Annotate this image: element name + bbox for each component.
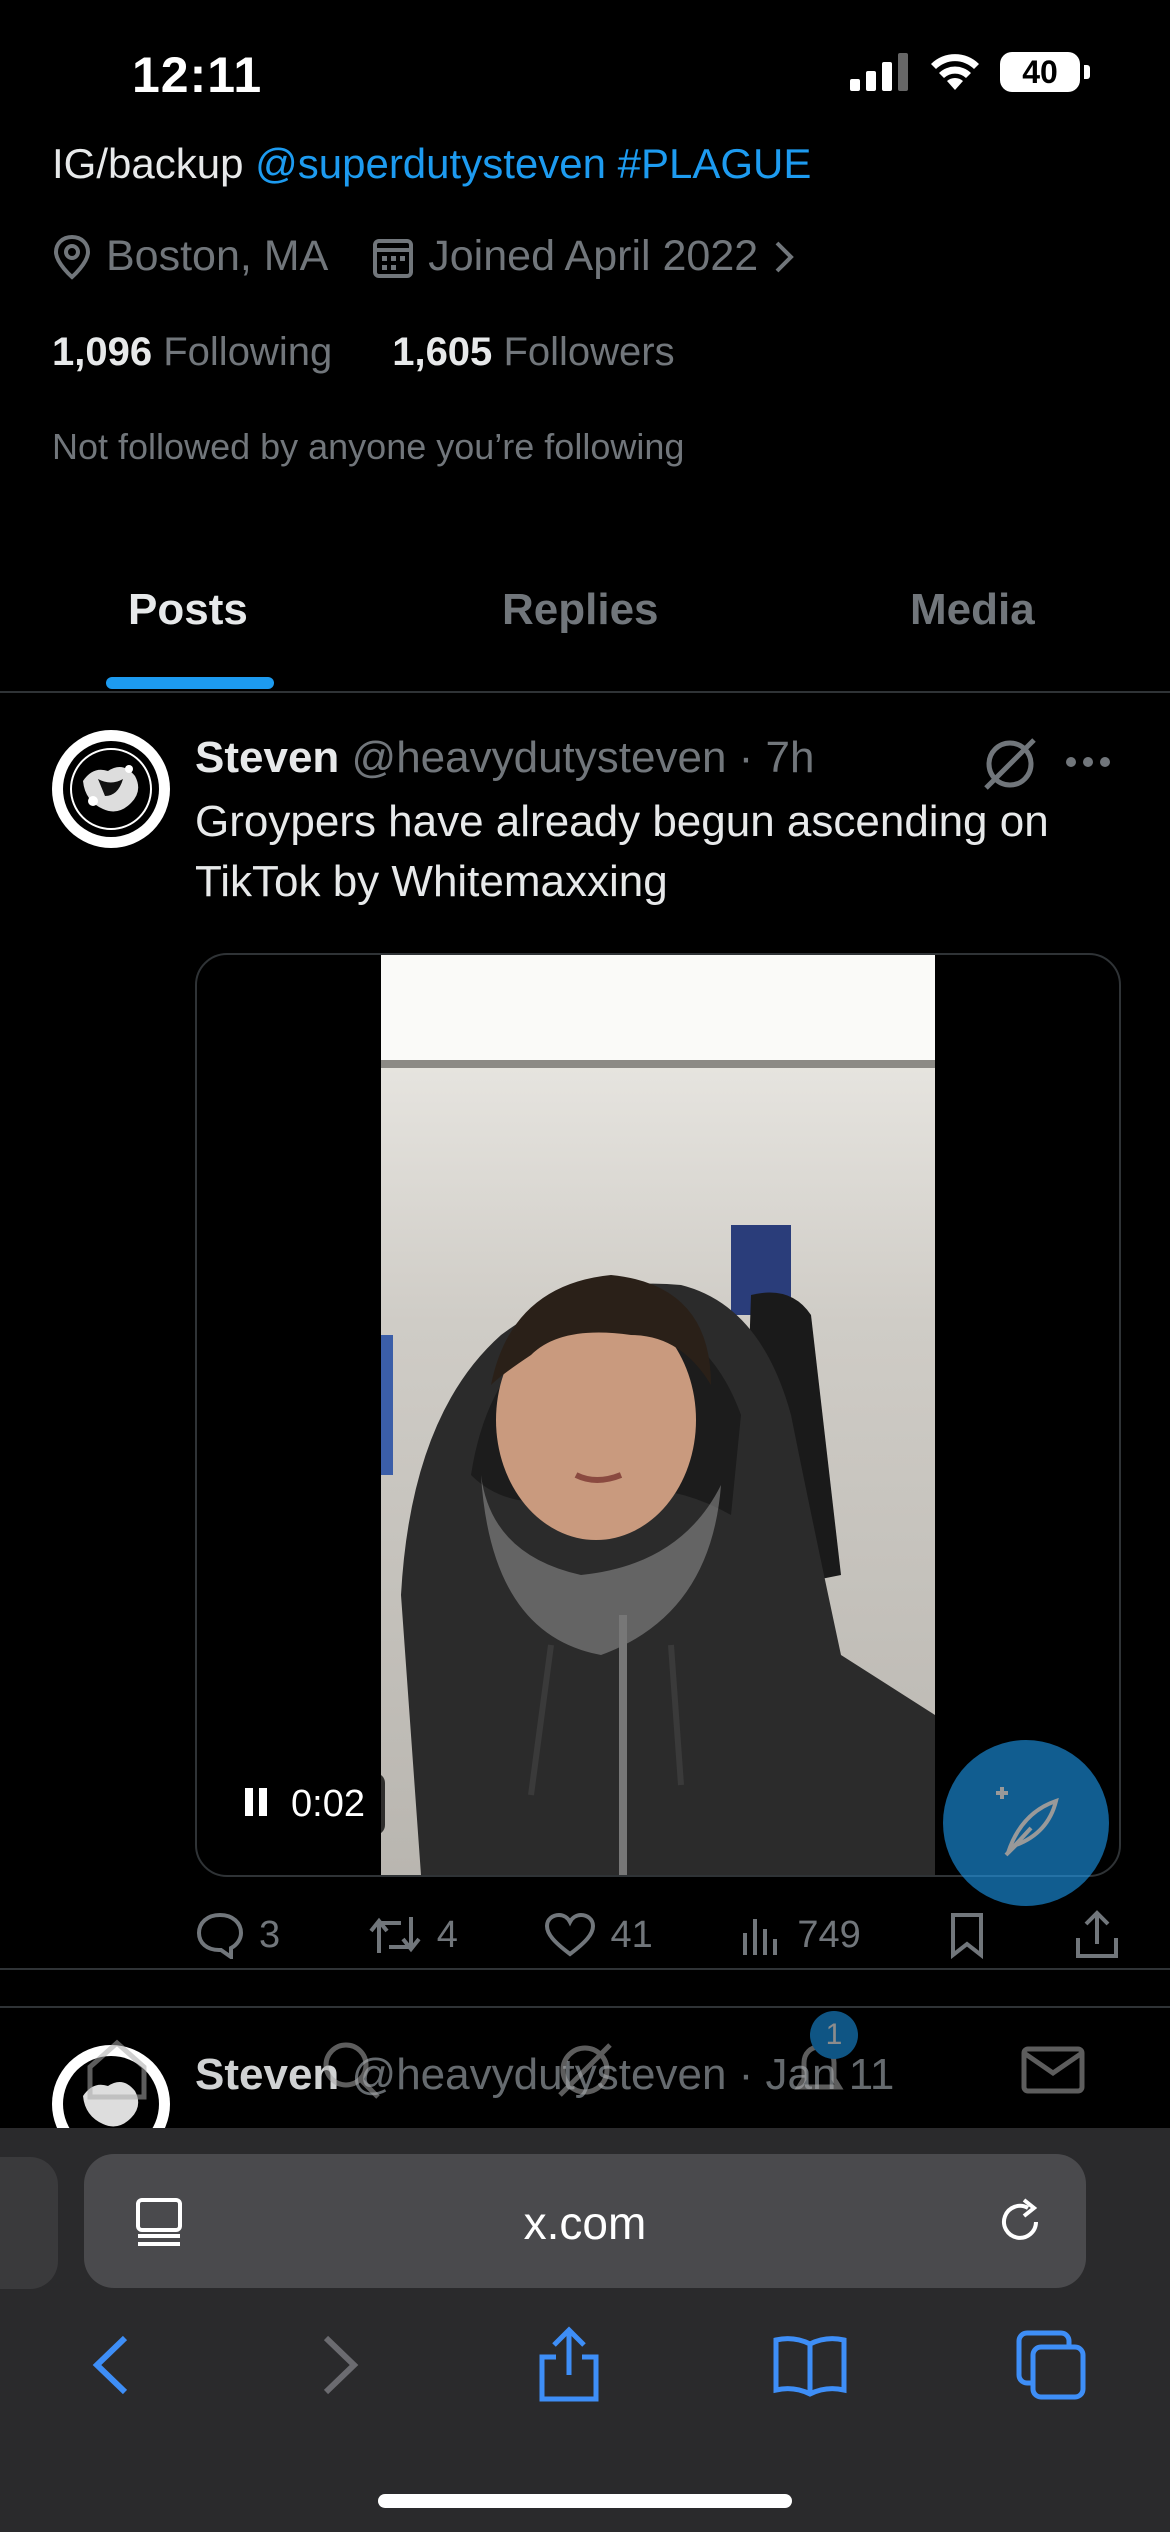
- bookmarks-book-icon[interactable]: [770, 2330, 850, 2400]
- profile-meta-row: Boston, MA Joined April 2022: [52, 232, 840, 281]
- home-indicator[interactable]: [378, 2494, 792, 2508]
- profile-location: Boston, MA: [52, 232, 328, 281]
- followers-link[interactable]: 1,605 Followers: [392, 330, 674, 375]
- profile-joined[interactable]: Joined April 2022: [372, 232, 796, 281]
- views-button[interactable]: 749: [739, 1913, 861, 1957]
- video-controls[interactable]: 0:02: [225, 1773, 385, 1835]
- url-bar[interactable]: x.com: [84, 2154, 1086, 2288]
- post-text: Groypers have already begun ascending on…: [195, 797, 1049, 906]
- status-icons: 40: [850, 52, 1090, 92]
- mail-icon[interactable]: [1018, 2035, 1088, 2105]
- calendar-icon: [373, 238, 414, 278]
- location-pin-icon: [53, 234, 91, 280]
- repost-button[interactable]: 4: [367, 1913, 458, 1957]
- followers-count: 1,605: [392, 330, 493, 374]
- profile-bio: IG/backup @superdutysteven #PLAGUE: [52, 140, 811, 188]
- heart-icon: [545, 1912, 596, 1957]
- battery-indicator: 40: [1000, 52, 1080, 92]
- repost-icon: [369, 1917, 421, 1953]
- tab-replies[interactable]: Replies: [502, 585, 659, 635]
- avatar-image: [63, 741, 159, 837]
- following-label: Following: [163, 330, 333, 374]
- post-timestamp[interactable]: · 7h: [739, 733, 815, 782]
- post-author-name[interactable]: Steven: [195, 733, 339, 782]
- signal-icon: [850, 53, 908, 91]
- grok-icon[interactable]: [980, 735, 1040, 793]
- like-count: 41: [610, 1913, 653, 1956]
- compose-post-button[interactable]: [943, 1740, 1109, 1906]
- bookmark-icon: [951, 1913, 984, 1959]
- bookmark-button[interactable]: [947, 1911, 987, 1959]
- previous-tab-peek[interactable]: [0, 2157, 58, 2289]
- video-frame: [381, 955, 935, 1875]
- more-options-icon[interactable]: [1065, 755, 1111, 769]
- views-chart-icon: [743, 1919, 778, 1955]
- wifi-icon: [931, 54, 979, 90]
- tab-posts[interactable]: Posts: [128, 585, 248, 635]
- post-divider: [0, 1968, 1170, 1970]
- like-button[interactable]: 41: [544, 1912, 653, 1958]
- avatar[interactable]: [52, 730, 170, 848]
- chevron-right-icon: [775, 241, 795, 272]
- back-icon[interactable]: [83, 2330, 143, 2400]
- following-link[interactable]: 1,096 Following: [52, 330, 332, 375]
- reload-icon[interactable]: [994, 2196, 1046, 2248]
- views-count: 749: [797, 1913, 861, 1956]
- tabs-divider: [0, 691, 1170, 693]
- status-time: 12:11: [132, 47, 263, 103]
- joined-text: Joined April 2022: [428, 232, 759, 280]
- reply-button[interactable]: 3: [195, 1911, 280, 1959]
- browser-toolbar: [0, 2320, 1170, 2410]
- bottom-tab-bar: 1: [0, 2010, 1170, 2130]
- followers-label: Followers: [503, 330, 675, 374]
- post-header: Steven @heavydutysteven · 7h: [195, 733, 814, 783]
- compose-feather-icon: [996, 1787, 1059, 1857]
- tab-active-indicator: [106, 677, 274, 689]
- post-author-handle[interactable]: @heavydutysteven: [352, 733, 727, 782]
- share-icon: [1075, 1910, 1118, 1958]
- notifications-tab[interactable]: 1: [784, 2011, 858, 2105]
- bio-text: IG/backup: [52, 140, 256, 187]
- post-actions: 3 4 41 749: [195, 1910, 1120, 1960]
- follow-stats: 1,096 Following 1,605 Followers: [52, 330, 675, 375]
- location-text: Boston, MA: [106, 232, 329, 280]
- not-followed-notice: Not followed by anyone you’re following: [52, 426, 685, 467]
- notifications-badge: 1: [810, 2011, 858, 2059]
- share-sheet-icon[interactable]: [534, 2325, 604, 2405]
- reply-count: 3: [259, 1913, 281, 1956]
- forward-icon[interactable]: [308, 2330, 368, 2400]
- video-time: 0:02: [291, 1782, 365, 1825]
- share-button[interactable]: [1074, 1910, 1120, 1960]
- pause-icon[interactable]: [245, 1783, 273, 1826]
- url-text: x.com: [523, 2197, 647, 2249]
- following-count: 1,096: [52, 330, 153, 374]
- reply-icon: [196, 1912, 244, 1959]
- bio-hashtag-link[interactable]: #PLAGUE: [618, 140, 812, 187]
- battery-nub: [1084, 65, 1090, 79]
- grok-tab-icon[interactable]: [550, 2035, 620, 2105]
- tab-media[interactable]: Media: [910, 585, 1035, 635]
- repost-count: 4: [436, 1913, 458, 1956]
- tabs-icon[interactable]: [1015, 2329, 1087, 2401]
- home-icon[interactable]: [82, 2035, 152, 2105]
- search-icon[interactable]: [316, 2035, 386, 2105]
- video-still: [381, 955, 935, 1875]
- post-video[interactable]: [195, 953, 1121, 1877]
- avatar-graphic: [70, 748, 152, 830]
- bio-mention-link[interactable]: @superdutysteven: [255, 140, 606, 187]
